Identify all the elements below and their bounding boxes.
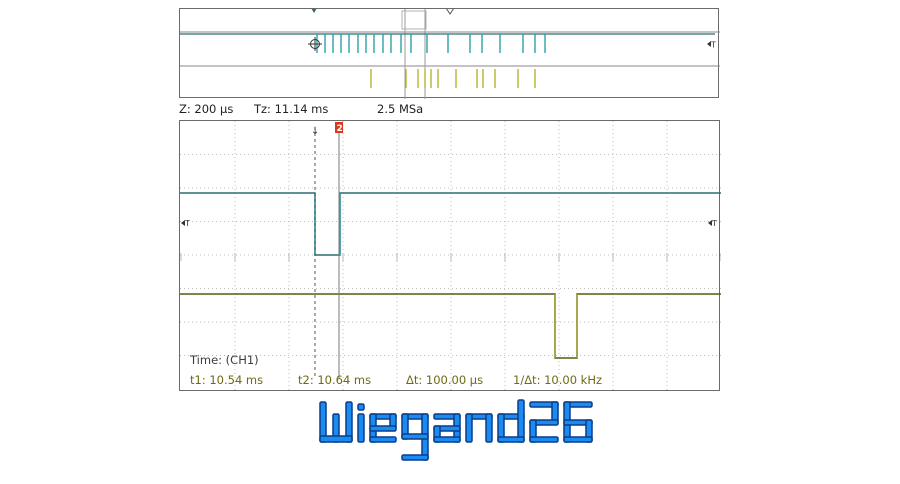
trigger-left-label: T xyxy=(184,219,190,228)
trigger-right-label: T xyxy=(711,219,717,228)
logo-segment xyxy=(529,436,559,443)
zoom-value: Z: 200 µs xyxy=(179,102,234,116)
logo-segment xyxy=(369,425,397,432)
overview-crosshair-icon[interactable] xyxy=(308,37,322,51)
overview-panel[interactable]: T xyxy=(179,8,720,99)
cursor-t1-readout: t1: 10.54 ms xyxy=(190,373,264,387)
logo-segment xyxy=(401,454,429,461)
logo-segment xyxy=(497,436,525,443)
cursor-2-label: 2 xyxy=(337,124,343,134)
logo-segment xyxy=(517,399,525,443)
logo-glyphs xyxy=(319,399,593,461)
ch1-trace xyxy=(180,192,721,256)
scope-display[interactable]: ↓ 2 T T Time: (CH1) t1: 10.54 ms t2: 10.… xyxy=(179,120,721,392)
wiegand26-logo xyxy=(300,392,600,480)
inverse-delta-t-readout: 1/Δt: 10.00 kHz xyxy=(513,373,603,387)
time-source-label: Time: (CH1) xyxy=(190,353,259,367)
cursor-1-arrow-icon: ↓ xyxy=(311,126,319,137)
trigger-zoom-value: Tz: 11.14 ms xyxy=(254,102,329,116)
ch2-trace xyxy=(180,293,721,359)
graticule-grid xyxy=(180,121,721,392)
overview-marker-icon xyxy=(311,9,317,13)
wiegand26-logo-graphic xyxy=(319,399,593,461)
overview-ch2-pulses xyxy=(370,69,536,88)
logo-segment xyxy=(369,436,397,443)
overview-trigger-marker-icon xyxy=(446,9,454,15)
zoom-window-box xyxy=(401,10,427,30)
logo-segment xyxy=(485,413,493,443)
scope-traces xyxy=(180,192,721,359)
cursor-t2-readout: t2: 10.64 ms xyxy=(298,373,372,387)
zoom-info-bar: Z: 200 µs Tz: 11.14 ms 2.5 MSa xyxy=(179,101,719,117)
overview-trigger-label: T xyxy=(710,41,716,50)
delta-t-readout: Δt: 100.00 µs xyxy=(406,373,484,387)
overview-ch1-pulses xyxy=(316,34,546,53)
logo-segment xyxy=(465,413,473,443)
scope-graticule: ↓ 2 T T xyxy=(180,121,721,392)
overview-waveforms: T xyxy=(180,9,720,99)
logo-segment xyxy=(433,436,461,443)
logo-segment xyxy=(357,413,365,443)
sample-rate-value: 2.5 MSa xyxy=(377,102,424,116)
logo-segment xyxy=(401,433,429,440)
logo-segment xyxy=(357,403,365,411)
logo-segment xyxy=(563,436,593,443)
logo-segment xyxy=(319,435,353,443)
